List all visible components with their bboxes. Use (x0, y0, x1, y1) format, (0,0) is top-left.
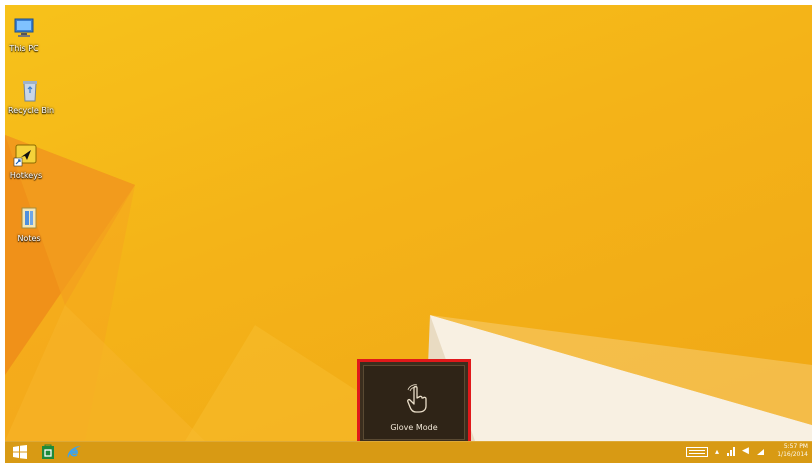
glove-mode-osd: Glove Mode (357, 359, 471, 446)
desktop-icon-hotkeys[interactable]: Hotkeys (5, 142, 48, 181)
hand-touch-icon (407, 384, 427, 413)
chevron-icon[interactable]: ▴ (715, 447, 719, 456)
desktop-icon-label: This PC (9, 44, 39, 53)
recycle-bin-icon (17, 77, 43, 103)
glove-mode-panel: Glove Mode (363, 365, 465, 440)
desktop-icon-notes[interactable]: Notes (7, 205, 51, 244)
network-icon[interactable] (727, 447, 735, 456)
tray-clock[interactable]: 5:57 PM 1/16/2014 (777, 443, 808, 459)
tray-time: 5:57 PM (783, 443, 808, 450)
keyboard-icon[interactable] (686, 447, 708, 457)
store-button[interactable] (39, 444, 57, 460)
taskbar: ▴ ◀ 5:57 PM 1/16/2014 (5, 441, 812, 463)
internet-explorer-button[interactable] (65, 444, 83, 460)
glove-mode-label: Glove Mode (390, 423, 438, 432)
desktop-icon-this-pc[interactable]: This PC (5, 15, 46, 54)
volume-icon[interactable]: ◀ (742, 446, 749, 456)
desktop-icon-recycle-bin[interactable]: Recycle Bin (8, 77, 55, 116)
desktop-icon-label: Recycle Bin (8, 106, 55, 115)
computer-icon (11, 15, 37, 41)
windows-logo-icon (13, 445, 27, 459)
start-button[interactable] (11, 444, 29, 460)
shortcut-icon (13, 142, 39, 168)
desktop-icon-label: Notes (17, 234, 41, 243)
internet-explorer-icon (67, 446, 81, 458)
tray-date: 1/16/2014 (777, 451, 808, 458)
folder-icon (16, 205, 42, 231)
store-icon (42, 444, 54, 459)
desktop-icon-label: Hotkeys (9, 171, 43, 180)
battery-icon[interactable] (757, 449, 764, 455)
